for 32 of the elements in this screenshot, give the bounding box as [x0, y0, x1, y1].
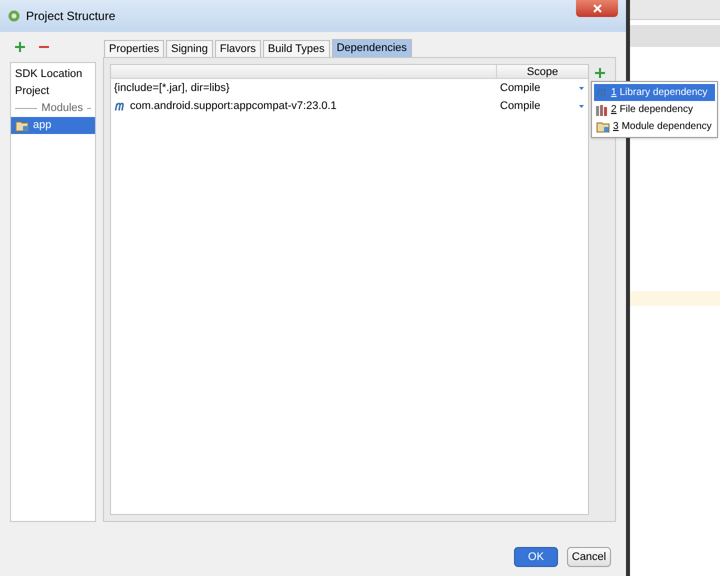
- sidebar-item[interactable]: app: [11, 117, 95, 134]
- tab[interactable]: Signing: [166, 40, 213, 57]
- dependency-name: com.android.support:appcompat-v7:23.0.1: [130, 98, 337, 114]
- books-icon: [596, 104, 608, 116]
- column-header[interactable]: Scope: [497, 65, 588, 78]
- folder-icon: [15, 120, 29, 132]
- tab[interactable]: Properties: [104, 40, 164, 57]
- caret-icon: [579, 104, 584, 108]
- scope-dropdown[interactable]: Compile: [497, 98, 588, 114]
- section-label: Modules: [41, 101, 83, 116]
- library-icon: [114, 102, 126, 110]
- close-button[interactable]: [576, 0, 618, 17]
- tab[interactable]: Build Types: [262, 40, 330, 57]
- menu-item[interactable]: 1 Library dependency: [594, 84, 715, 101]
- folder-icon: [596, 120, 610, 132]
- tab[interactable]: Dependencies: [332, 39, 412, 57]
- ok-button[interactable]: OK: [514, 547, 558, 567]
- library-icon: [596, 88, 608, 97]
- android-icon: [8, 10, 20, 22]
- scope-dropdown[interactable]: Compile: [497, 80, 588, 96]
- menu-item[interactable]: 2 File dependency: [594, 101, 715, 118]
- sidebar-item[interactable]: Project: [11, 83, 95, 100]
- window-title: Project Structure: [26, 8, 116, 25]
- dependency-name: {include=[*.jar], dir=libs}: [114, 80, 230, 96]
- tab[interactable]: Flavors: [214, 40, 261, 57]
- cancel-button[interactable]: Cancel: [567, 547, 611, 567]
- caret-icon: [579, 86, 584, 90]
- close-icon: [592, 4, 602, 12]
- add-icon[interactable]: [14, 41, 26, 53]
- sidebar-item[interactable]: SDK Location: [11, 66, 95, 83]
- menu-item[interactable]: 3 Module dependency: [594, 118, 715, 135]
- add-dependency-icon[interactable]: [594, 67, 606, 79]
